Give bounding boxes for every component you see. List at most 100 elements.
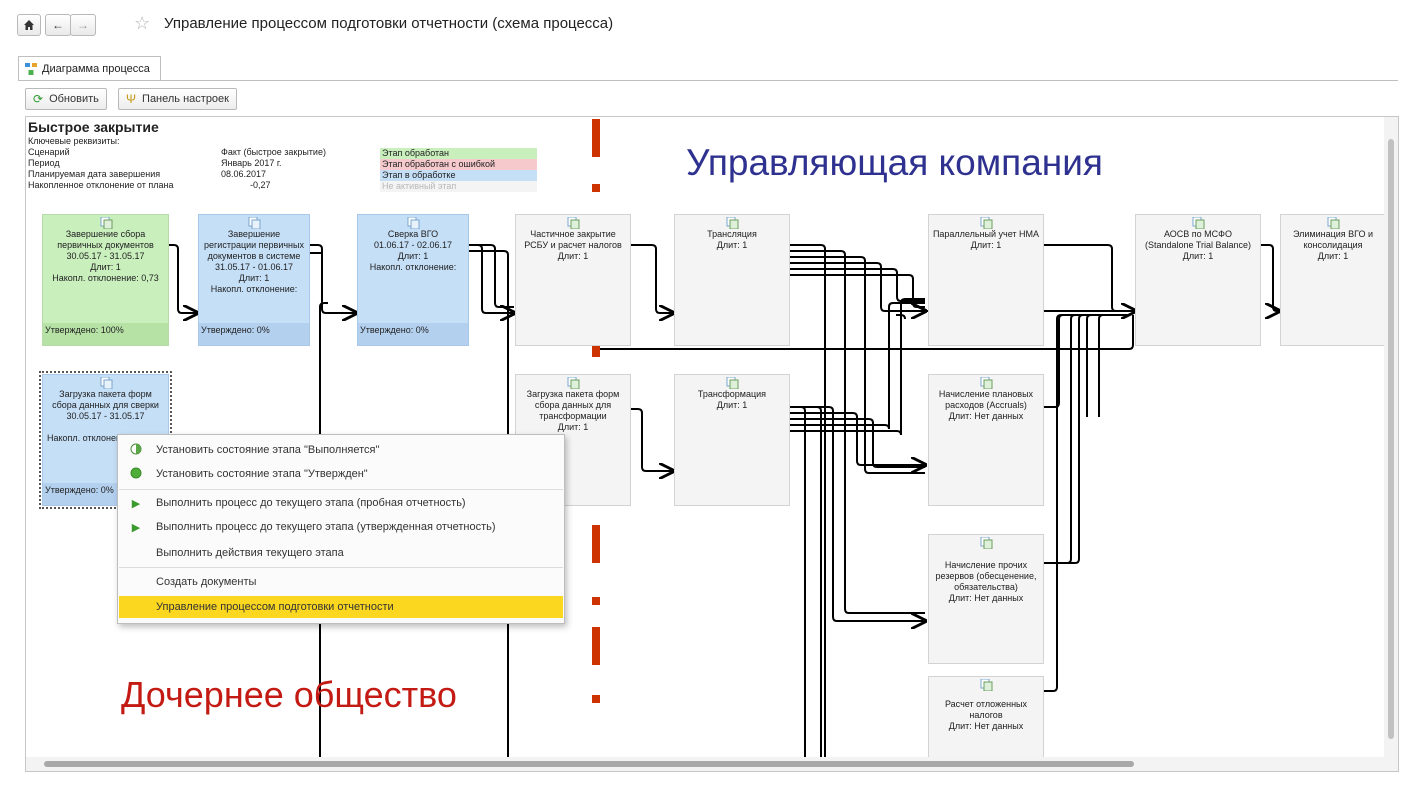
refresh-button[interactable]: ⟳ Обновить xyxy=(25,88,107,110)
refresh-icon: ⟳ xyxy=(33,92,44,106)
stage-text-line: Длит: Нет данных xyxy=(948,721,1024,731)
stage-text-line: Длит: 1 xyxy=(90,262,121,272)
stage-text-line: 30.05.17 - 31.05.17 xyxy=(66,411,145,421)
stage-node[interactable]: Расчет отложенных налогов Длит: Нет данн… xyxy=(928,676,1044,760)
stage-document-icon xyxy=(980,377,993,389)
stage-node[interactable]: Начисление прочих резервов (обесценение,… xyxy=(928,534,1044,664)
stage-text-line: Длит: 1 xyxy=(557,251,589,261)
stage-node[interactable]: Трансформация Длит: 1 xyxy=(674,374,790,506)
play-icon: ▶ xyxy=(131,521,141,534)
settings-panel-button[interactable]: Ψ Панель настроек xyxy=(118,88,237,110)
stage-approval-status: Утверждено: 0% xyxy=(358,323,468,345)
horizontal-scroll-thumb[interactable] xyxy=(44,761,1134,767)
context-menu: Установить состояние этапа "Выполняется"… xyxy=(117,434,565,624)
stage-node[interactable]: Завершение регистрации первичных докумен… xyxy=(198,214,310,346)
stage-text-line: расходов (Accruals) xyxy=(945,400,1027,410)
region-label-parent-company: Управляющая компания xyxy=(686,142,1103,183)
stage-approval-status: Утверждено: 100% xyxy=(43,323,168,345)
stage-text-line: Загрузка пакета форм xyxy=(59,389,152,399)
vertical-scroll-thumb[interactable] xyxy=(1388,139,1394,739)
tab-label: Диаграмма процесса xyxy=(42,63,150,75)
stage-text-line: Частичное закрытие xyxy=(530,229,616,239)
green-circle-icon xyxy=(129,467,143,482)
stage-text-line: Элиминация ВГО и xyxy=(1292,229,1374,239)
vertical-scrollbar[interactable] xyxy=(1384,117,1398,771)
stage-text-line: Длит: 1 xyxy=(397,251,429,261)
stage-node[interactable]: Трансляция Длит: 1 xyxy=(674,214,790,346)
tab-divider xyxy=(18,80,1398,81)
stage-text-line: (Standalone Trial Balance) xyxy=(1144,240,1252,250)
stage-text-line: Длит: 1 xyxy=(557,422,589,432)
diagram-icon xyxy=(25,63,37,75)
stage-approval-status: Утверждено: 0% xyxy=(199,323,309,345)
stage-text-line: Сверка ВГО xyxy=(387,229,439,239)
stage-text-line: Длит: 1 xyxy=(238,273,270,283)
menu-item-process-management[interactable]: Управление процессом подготовки отчетнос… xyxy=(119,596,563,618)
settings-panel-label: Панель настроек xyxy=(142,93,229,105)
menu-item-label: Установить состояние этапа "Утвержден" xyxy=(156,468,368,480)
stage-document-icon xyxy=(726,217,739,229)
menu-item-label: Управление процессом подготовки отчетнос… xyxy=(156,601,394,613)
menu-separator xyxy=(119,567,563,568)
stage-text-line: Накопл. отклонение: 0,73 xyxy=(52,273,159,283)
stage-text-line: сбора данных для xyxy=(534,400,612,410)
stage-text-line: Длит: Нет данных xyxy=(948,593,1024,603)
stage-text-line: Параллельный учет НМА xyxy=(932,229,1040,239)
stage-text-line: налогов xyxy=(969,710,1003,720)
stage-text-line: 31.05.17 - 01.06.17 xyxy=(214,262,294,272)
arrow-right-icon: → xyxy=(77,18,89,32)
stage-text-line: Накопл. отклонение: xyxy=(369,262,457,272)
half-circle-icon xyxy=(129,443,143,458)
stage-text-line: регистрации первичных xyxy=(204,240,304,250)
stage-text-line: 01.06.17 - 02.06.17 xyxy=(373,240,453,250)
menu-item-set-in-progress[interactable]: Установить состояние этапа "Выполняется" xyxy=(119,439,563,461)
stage-text-line: Длит: 1 xyxy=(1182,251,1214,261)
stage-text-line: Трансформация xyxy=(697,389,767,399)
stage-node[interactable]: Завершение сбора первичных документов 30… xyxy=(42,214,169,346)
stage-document-icon xyxy=(100,217,112,229)
stage-document-icon xyxy=(567,377,580,389)
stage-text-line: трансформации xyxy=(539,411,607,421)
stage-text-line: консолидация xyxy=(1303,240,1363,250)
stage-text-line: Длит: 1 xyxy=(1317,251,1349,261)
stage-node[interactable]: Частичное закрытие РСБУ и расчет налогов… xyxy=(515,214,631,346)
back-button[interactable]: ← xyxy=(45,14,71,36)
horizontal-scrollbar[interactable] xyxy=(26,757,1384,771)
favorite-star-icon[interactable]: ☆ xyxy=(134,13,150,34)
stage-document-icon xyxy=(248,217,261,229)
stage-text-line: Завершение xyxy=(227,229,281,239)
menu-item-create-documents[interactable]: Создать документы xyxy=(119,571,563,593)
stage-text-line: документов в системе xyxy=(207,251,301,261)
stage-document-icon xyxy=(980,679,993,691)
region-label-subsidiary: Дочернее общество xyxy=(121,674,457,715)
refresh-label: Обновить xyxy=(49,93,99,105)
stage-text-line: Трансляция xyxy=(707,229,757,239)
menu-item-label: Выполнить действия текущего этапа xyxy=(156,547,344,559)
stage-document-icon xyxy=(100,377,112,389)
stage-node[interactable]: Элиминация ВГО и консолидация Длит: 1 xyxy=(1280,214,1386,346)
menu-item-run-trial[interactable]: ▶ Выполнить процесс до текущего этапа (п… xyxy=(119,492,563,514)
window-header: ← → ☆ Управление процессом подготовки от… xyxy=(0,0,1406,52)
forward-button[interactable]: → xyxy=(70,14,96,36)
stage-node[interactable]: Начисление плановых расходов (Accruals) … xyxy=(928,374,1044,506)
stage-text-line: Накопл. отклонение: xyxy=(210,284,298,294)
stage-text-line: резервов (обесценение, xyxy=(935,571,1037,581)
stage-node[interactable]: Параллельный учет НМА Длит: 1 xyxy=(928,214,1044,346)
menu-item-label: Создать документы xyxy=(156,576,257,588)
stage-text-line: первичных документов xyxy=(57,240,154,250)
play-icon: ▶ xyxy=(131,497,141,510)
menu-separator xyxy=(119,489,563,490)
tab-process-diagram[interactable]: Диаграмма процесса xyxy=(18,56,161,81)
stage-text-line: сбора данных для сверки xyxy=(52,400,159,410)
menu-item-run-stage-actions[interactable]: Выполнить действия текущего этапа xyxy=(119,542,563,564)
stage-text-line: обязательства) xyxy=(954,582,1018,592)
menu-item-set-approved[interactable]: Установить состояние этапа "Утвержден" xyxy=(119,463,563,485)
stage-node[interactable]: Сверка ВГО 01.06.17 - 02.06.17 Длит: 1 Н… xyxy=(357,214,469,346)
stage-document-icon xyxy=(407,217,420,229)
stage-node[interactable]: АОСВ по МСФО (Standalone Trial Balance) … xyxy=(1135,214,1261,346)
stage-text-line: Длит: 1 xyxy=(716,240,748,250)
stage-text-line: РСБУ и расчет налогов xyxy=(524,240,622,250)
home-icon xyxy=(24,20,34,30)
menu-item-run-approved[interactable]: ▶ Выполнить процесс до текущего этапа (у… xyxy=(119,516,563,538)
home-button[interactable] xyxy=(17,14,41,36)
